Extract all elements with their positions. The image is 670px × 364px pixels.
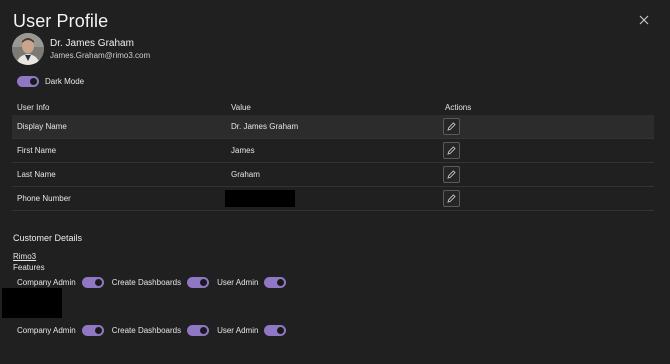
company-admin-toggle[interactable]: [81, 325, 104, 336]
feature-label: Company Admin: [17, 326, 76, 335]
create-dashboards-toggle[interactable]: [187, 325, 210, 336]
org-link[interactable]: Rimo3: [13, 252, 36, 261]
create-dashboards-toggle[interactable]: [187, 277, 210, 288]
user-profile-dialog: User Profile Dr. James Graham James.Grah…: [0, 0, 670, 364]
profile-email: James.Graham@rimo3.com: [50, 51, 151, 60]
field-label: Last Name: [17, 170, 56, 179]
edit-button[interactable]: [443, 190, 460, 207]
edit-button[interactable]: [443, 166, 460, 183]
table-row[interactable]: Last Name Graham: [12, 163, 654, 187]
pencil-icon: [447, 122, 456, 131]
feature-label: Company Admin: [17, 278, 76, 287]
user-admin-toggle[interactable]: [264, 325, 287, 336]
field-label: First Name: [17, 146, 57, 155]
redacted-value: [225, 190, 295, 207]
avatar: [12, 33, 44, 65]
table-row[interactable]: Display Name Dr. James Graham: [12, 115, 654, 139]
customer-details-heading: Customer Details: [13, 233, 83, 243]
table-row[interactable]: Phone Number: [12, 187, 654, 211]
profile-header: Dr. James Graham James.Graham@rimo3.com: [12, 33, 150, 65]
pencil-icon: [447, 146, 456, 155]
dark-mode-toggle[interactable]: [17, 76, 39, 87]
feature-label: Create Dashboards: [111, 326, 182, 335]
dark-mode-label: Dark Mode: [45, 77, 85, 86]
field-value: James: [231, 146, 255, 155]
feature-label: User Admin: [217, 278, 259, 287]
table-header: User Info Value Actions: [12, 100, 654, 115]
company-admin-toggle[interactable]: [81, 277, 104, 288]
field-value: Graham: [231, 170, 260, 179]
field-value: Dr. James Graham: [231, 122, 299, 131]
header-actions: Actions: [445, 103, 472, 112]
dialog-title: User Profile: [13, 11, 109, 31]
pencil-icon: [447, 194, 456, 203]
header-user-info: User Info: [17, 103, 50, 112]
redacted-block: [2, 288, 62, 318]
feature-row: Company Admin Create Dashboards User Adm…: [17, 277, 294, 288]
field-label: Display Name: [17, 122, 67, 131]
features-label: Features: [13, 263, 45, 272]
close-icon[interactable]: [636, 12, 652, 28]
user-admin-toggle[interactable]: [264, 277, 287, 288]
table-row[interactable]: First Name James: [12, 139, 654, 163]
feature-label: Create Dashboards: [111, 278, 182, 287]
dark-mode-setting: Dark Mode: [17, 76, 84, 87]
pencil-icon: [447, 170, 456, 179]
feature-row: Company Admin Create Dashboards User Adm…: [17, 325, 294, 336]
feature-label: User Admin: [217, 326, 259, 335]
user-info-table: User Info Value Actions Display Name Dr.…: [12, 100, 654, 211]
field-label: Phone Number: [17, 194, 71, 203]
header-value: Value: [231, 103, 251, 112]
edit-button[interactable]: [443, 118, 460, 135]
edit-button[interactable]: [443, 142, 460, 159]
profile-name: Dr. James Graham: [50, 38, 134, 49]
